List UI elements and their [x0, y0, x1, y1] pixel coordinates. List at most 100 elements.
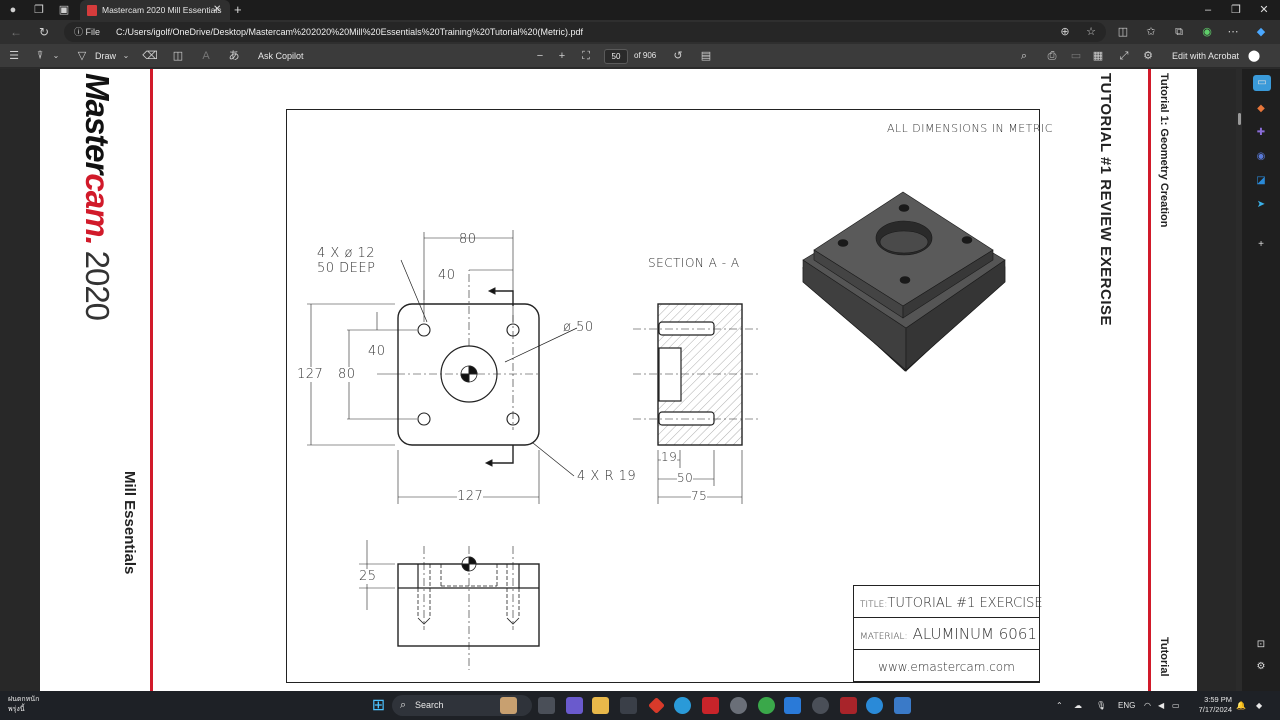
address-bar[interactable]: ⓘ File C:/Users/igolf/OneDrive/Desktop/M… [64, 22, 1106, 42]
new-tab-icon[interactable]: + [234, 0, 242, 20]
fullscreen-icon[interactable]: ⤢ [1116, 44, 1132, 68]
two-page-icon[interactable]: ▤ [698, 44, 714, 68]
minimize-icon[interactable]: – [1198, 0, 1218, 20]
start-icon[interactable]: ⊞ [370, 697, 387, 714]
chevron-down-icon[interactable]: ⌄ [48, 44, 64, 68]
wifi-icon[interactable]: ◠ [1144, 691, 1151, 720]
add-sidebar-icon[interactable]: + [1253, 237, 1269, 253]
chatgpt-icon[interactable] [812, 697, 829, 714]
favorite-star-icon[interactable]: ☆ [1084, 25, 1098, 39]
battery-icon[interactable]: ▭ [1172, 691, 1180, 720]
tray-overflow-icon[interactable]: ⌃ [1056, 691, 1063, 720]
page-number-input[interactable] [604, 49, 628, 64]
draw-icon[interactable]: ▽ [74, 44, 90, 68]
favorites-icon[interactable]: ✩ [1144, 25, 1158, 39]
scrollbar-thumb[interactable] [1238, 113, 1241, 125]
chevron-down-icon[interactable]: ⌄ [118, 44, 134, 68]
copilot-taskbar-icon[interactable]: ◆ [1256, 691, 1262, 720]
volume-icon[interactable]: ◀ [1158, 691, 1164, 720]
zoom-icon[interactable]: ⊕ [1058, 25, 1072, 39]
title-block: TITLE:TUTORIAL #1 EXERCISE MATERIAL: ALU… [853, 585, 1043, 682]
left-footer-text: Mill Essentials [121, 471, 138, 575]
browser-tab-bar: ● ❐ ▣ Mastercam 2020 Mill Essentials ✕ +… [0, 0, 1280, 20]
app-blue3-icon[interactable] [894, 697, 911, 714]
draw-button[interactable]: Draw [95, 44, 116, 68]
left-red-rule [150, 69, 153, 691]
print-icon[interactable]: ⎙ [1044, 44, 1060, 68]
workspaces-icon[interactable]: ❐ [32, 3, 46, 17]
tools-icon[interactable]: ✚ [1253, 125, 1269, 141]
save-icon[interactable]: ▭ [1068, 44, 1084, 68]
teams-icon[interactable] [566, 697, 583, 714]
games-icon[interactable]: ◉ [1253, 149, 1269, 165]
windows-taskbar: ฝนตกหนัก พรุ่งนี้ ⊞ ⌕ Search ⌃ ☁ 🎙 ENG ◠… [0, 691, 1280, 720]
notification-icon[interactable]: 🔔 [1236, 691, 1246, 720]
sidebar-active-icon[interactable]: ▭ [1253, 75, 1271, 91]
maximize-icon[interactable]: ❐ [1226, 0, 1246, 20]
dim-top-80: 80 [459, 232, 477, 247]
mic-icon[interactable]: 🎙 [1096, 691, 1106, 720]
mastercam-app-icon[interactable] [840, 697, 857, 714]
highlight-icon[interactable]: ⍒ [32, 44, 48, 68]
file-explorer-icon[interactable] [592, 697, 609, 714]
zoom-in-icon[interactable]: + [554, 44, 570, 68]
acrobat-icon[interactable]: ⬤ [1246, 44, 1262, 68]
tab-active[interactable]: Mastercam 2020 Mill Essentials [80, 0, 230, 20]
website-row: www.emastercam.com [878, 660, 1015, 674]
profile-icon[interactable]: ● [6, 3, 20, 17]
chrome-icon[interactable] [758, 697, 775, 714]
translate-icon[interactable]: あ [226, 44, 242, 68]
sidebar-settings-icon[interactable]: ⚙ [1253, 659, 1269, 675]
onedrive-icon[interactable]: ☁ [1074, 691, 1082, 720]
read-aloud-icon[interactable]: A [198, 44, 214, 68]
app-blue2-icon[interactable] [784, 697, 801, 714]
settings-icon[interactable]: ⚙ [1140, 44, 1156, 68]
dim-section-19: 19 [661, 450, 678, 464]
url-scheme: ⓘ File [74, 27, 101, 37]
dim-bottom-127: 127 [457, 489, 484, 504]
shopping-icon[interactable]: ◆ [1253, 101, 1269, 117]
app-red-icon[interactable] [648, 697, 665, 714]
edge-icon[interactable] [866, 697, 883, 714]
app-blue-icon[interactable] [674, 697, 691, 714]
pdf-viewer[interactable]: Mastercam.2020 Mill Essentials TUTORIAL … [0, 69, 1242, 691]
material-row: MATERIAL: ALUMINUM 6061 [854, 618, 1039, 650]
rotate-icon[interactable]: ↺ [670, 44, 686, 68]
page-view-icon[interactable]: ◫ [170, 44, 186, 68]
search-icon[interactable]: ⌕ [1016, 44, 1032, 68]
tab-actions-icon[interactable]: ▣ [57, 3, 71, 17]
store-icon[interactable] [620, 697, 637, 714]
weather-widget[interactable]: ฝนตกหนัก พรุ่งนี้ [8, 695, 39, 715]
task-view-icon[interactable] [538, 697, 555, 714]
dim-top-40: 40 [438, 268, 456, 283]
tab-close-icon[interactable]: ✕ [213, 0, 221, 20]
edit-with-acrobat-button[interactable]: Edit with Acrobat [1172, 44, 1239, 68]
settings-app-icon[interactable] [730, 697, 747, 714]
title-row: TITLE:TUTORIAL #1 EXERCISE [854, 586, 1043, 618]
outlook-icon[interactable]: ◪ [1253, 173, 1269, 189]
more-menu-icon[interactable]: ⋯ [1226, 25, 1240, 39]
copilot-icon[interactable]: ◆ [1254, 25, 1268, 39]
fit-page-icon[interactable]: ⛶ [578, 44, 594, 68]
extension-icon[interactable]: ◉ [1200, 25, 1214, 39]
close-window-icon[interactable]: ✕ [1254, 0, 1274, 20]
eraser-icon[interactable]: ⌫ [142, 44, 158, 68]
send-icon[interactable]: ➤ [1253, 197, 1269, 213]
exercise-title: TUTORIAL #1 REVIEW EXERCISE [1097, 73, 1114, 326]
back-icon[interactable]: ← [8, 24, 24, 40]
language-indicator[interactable]: ENG [1118, 691, 1135, 720]
contents-icon[interactable]: ☰ [6, 44, 22, 68]
right-red-rule [1148, 69, 1151, 691]
ask-copilot-button[interactable]: Ask Copilot [258, 44, 304, 68]
sidebar-screenshot-icon[interactable]: ⊡ [1253, 637, 1269, 653]
collections-icon[interactable]: ⧉ [1172, 25, 1186, 39]
tab-title: Mastercam 2020 Mill Essentials [102, 5, 222, 15]
mcafee-icon[interactable] [702, 697, 719, 714]
system-clock[interactable]: 3:59 PM 7/17/2024 [1192, 695, 1232, 715]
save-as-icon[interactable]: ▦ [1090, 44, 1106, 68]
split-screen-icon[interactable]: ◫ [1116, 25, 1130, 39]
refresh-icon[interactable]: ↻ [36, 24, 52, 40]
zoom-out-icon[interactable]: − [532, 44, 548, 68]
dim-side-40: 40 [368, 344, 386, 359]
search-highlight-icon[interactable] [500, 697, 517, 714]
